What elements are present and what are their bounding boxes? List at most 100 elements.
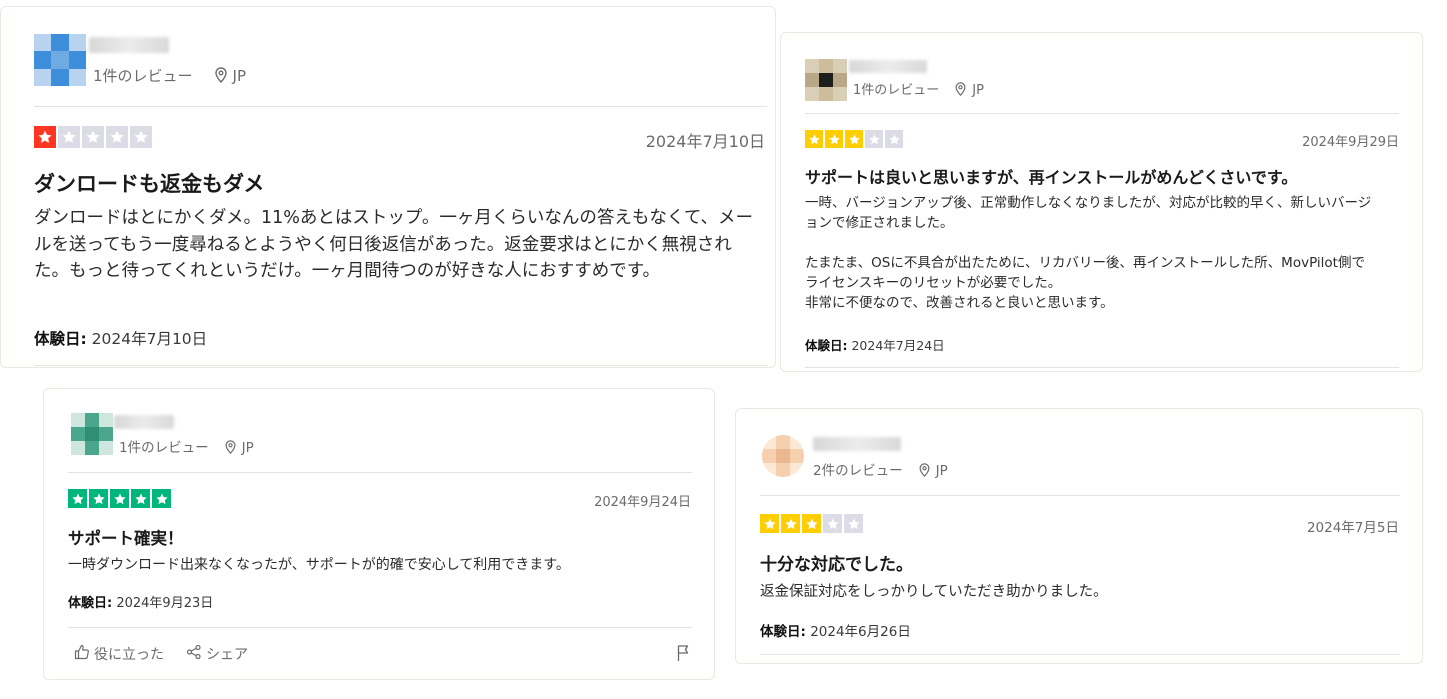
divider bbox=[760, 495, 1400, 496]
star-icon bbox=[865, 130, 883, 148]
divider bbox=[805, 113, 1399, 114]
avatar-pixel bbox=[762, 449, 776, 463]
avatar-pixel bbox=[68, 34, 86, 52]
avatar-pixel bbox=[762, 463, 776, 477]
location: JP bbox=[241, 440, 254, 456]
avatar-pixel bbox=[762, 435, 776, 449]
avatar-pixel bbox=[833, 73, 847, 87]
avatar-pixel bbox=[790, 449, 804, 463]
star-icon bbox=[823, 514, 842, 533]
location: JP bbox=[935, 463, 948, 479]
review-date: 2024年9月29日 bbox=[1302, 135, 1399, 150]
star-icon bbox=[89, 489, 108, 508]
avatar-pixel bbox=[34, 51, 52, 69]
divider bbox=[760, 654, 1400, 655]
avatar-pixel bbox=[34, 34, 52, 52]
helpful-button[interactable]: 役に立った bbox=[74, 644, 164, 664]
review-body: 一時ダウンロード出来なくなったが、サポートが的確で安心して利用できます。 bbox=[68, 557, 570, 573]
avatar-pixel bbox=[68, 51, 86, 69]
avatar-pixel bbox=[51, 51, 69, 69]
review-count: 2件のレビュー bbox=[813, 463, 903, 479]
star-icon bbox=[885, 130, 903, 148]
reviewer-name-blurred[interactable] bbox=[114, 415, 174, 429]
divider bbox=[68, 472, 692, 473]
share-icon bbox=[186, 644, 202, 664]
reviewer-name-blurred[interactable] bbox=[813, 437, 901, 451]
reviewer-meta: 1件のレビュー JP bbox=[119, 436, 254, 458]
star-icon bbox=[110, 489, 129, 508]
reviewer-meta: 1件のレビュー JP bbox=[853, 79, 984, 100]
avatar-pixel bbox=[805, 87, 819, 101]
avatar-pixel bbox=[819, 59, 833, 73]
review-body: 返金保証対応をしっかりしていただき助かりました。 bbox=[760, 584, 1108, 600]
flag-button[interactable] bbox=[676, 644, 692, 666]
review-body: 一時、バージョンアップ後、正常動作しなくなりましたが、対応が比較的早く、新しいバ… bbox=[805, 195, 1372, 311]
location-pin-icon bbox=[225, 440, 236, 458]
star-icon bbox=[825, 130, 843, 148]
avatar-pixel bbox=[99, 413, 113, 427]
experience-date-value: 2024年6月26日 bbox=[810, 624, 911, 640]
thumbs-up-icon bbox=[74, 644, 90, 664]
divider bbox=[34, 106, 767, 107]
review-count: 1件のレビュー bbox=[93, 67, 193, 85]
star-rating bbox=[68, 489, 171, 508]
reviewer-name-blurred[interactable] bbox=[89, 37, 169, 53]
flag-icon bbox=[676, 644, 692, 666]
avatar-pixel bbox=[776, 463, 790, 477]
review-count: 1件のレビュー bbox=[119, 440, 209, 456]
avatar-pixel bbox=[790, 463, 804, 477]
avatar[interactable] bbox=[71, 413, 113, 455]
avatar-pixel bbox=[833, 87, 847, 101]
star-icon bbox=[130, 126, 152, 148]
review-card: 1件のレビュー JP 2024年7月10日 ダンロードも返金もダメ ダンロードはと… bbox=[0, 6, 776, 368]
review-card: 1件のレビュー JP 2024年9月29日 サポートは良いと思いますが、再インスト… bbox=[780, 32, 1423, 372]
review-date: 2024年7月10日 bbox=[645, 132, 765, 151]
star-icon bbox=[802, 514, 821, 533]
star-rating bbox=[760, 514, 863, 533]
star-icon bbox=[131, 489, 150, 508]
avatar-pixel bbox=[805, 73, 819, 87]
review-title[interactable]: サポートは良いと思いますが、再インストールがめんどくさいです。 bbox=[805, 164, 1297, 188]
avatar-pixel bbox=[776, 435, 790, 449]
avatar-pixel bbox=[51, 68, 69, 86]
review-card: 2件のレビュー JP 2024年7月5日 十分な対応でした。 返金保証対応をしっか… bbox=[735, 408, 1423, 664]
avatar-pixel bbox=[51, 34, 69, 52]
reviewer-meta: 1件のレビュー JP bbox=[93, 65, 246, 87]
experience-label: 体験日: bbox=[68, 596, 113, 611]
experience-date-value: 2024年9月23日 bbox=[116, 596, 214, 611]
avatar-pixel bbox=[99, 427, 113, 441]
star-icon bbox=[760, 514, 779, 533]
experience-date-value: 2024年7月24日 bbox=[851, 338, 945, 353]
reviewer-meta: 2件のレビュー JP bbox=[813, 459, 948, 481]
experience-label: 体験日: bbox=[805, 338, 848, 353]
review-title[interactable]: 十分な対応でした。 bbox=[760, 550, 913, 575]
avatar-pixel bbox=[71, 441, 85, 455]
review-title[interactable]: サポート確実！ bbox=[68, 525, 184, 549]
review-date: 2024年9月24日 bbox=[594, 495, 691, 510]
avatar-pixel bbox=[71, 427, 85, 441]
avatar[interactable] bbox=[762, 435, 804, 477]
review-title[interactable]: ダンロードも返金もダメ bbox=[34, 168, 264, 198]
avatar-pixel bbox=[819, 87, 833, 101]
location-pin-icon bbox=[919, 463, 930, 481]
star-icon bbox=[58, 126, 80, 148]
star-icon bbox=[845, 130, 863, 148]
star-rating bbox=[34, 126, 152, 148]
share-button[interactable]: シェア bbox=[186, 644, 248, 664]
experience-date: 体験日: 2024年7月10日 bbox=[34, 327, 207, 349]
avatar-pixel bbox=[99, 441, 113, 455]
experience-date: 体験日: 2024年6月26日 bbox=[760, 620, 911, 640]
experience-date: 体験日: 2024年9月23日 bbox=[68, 592, 213, 611]
experience-label: 体験日: bbox=[34, 330, 87, 348]
avatar[interactable] bbox=[34, 34, 86, 86]
share-label: シェア bbox=[206, 647, 248, 663]
divider bbox=[805, 367, 1399, 368]
location-pin-icon bbox=[955, 82, 966, 100]
star-icon bbox=[844, 514, 863, 533]
avatar[interactable] bbox=[805, 59, 847, 101]
review-count: 1件のレビュー bbox=[853, 83, 940, 98]
experience-label: 体験日: bbox=[760, 624, 806, 640]
reviewer-name-blurred[interactable] bbox=[849, 60, 927, 73]
divider bbox=[68, 627, 692, 628]
avatar-pixel bbox=[833, 59, 847, 73]
